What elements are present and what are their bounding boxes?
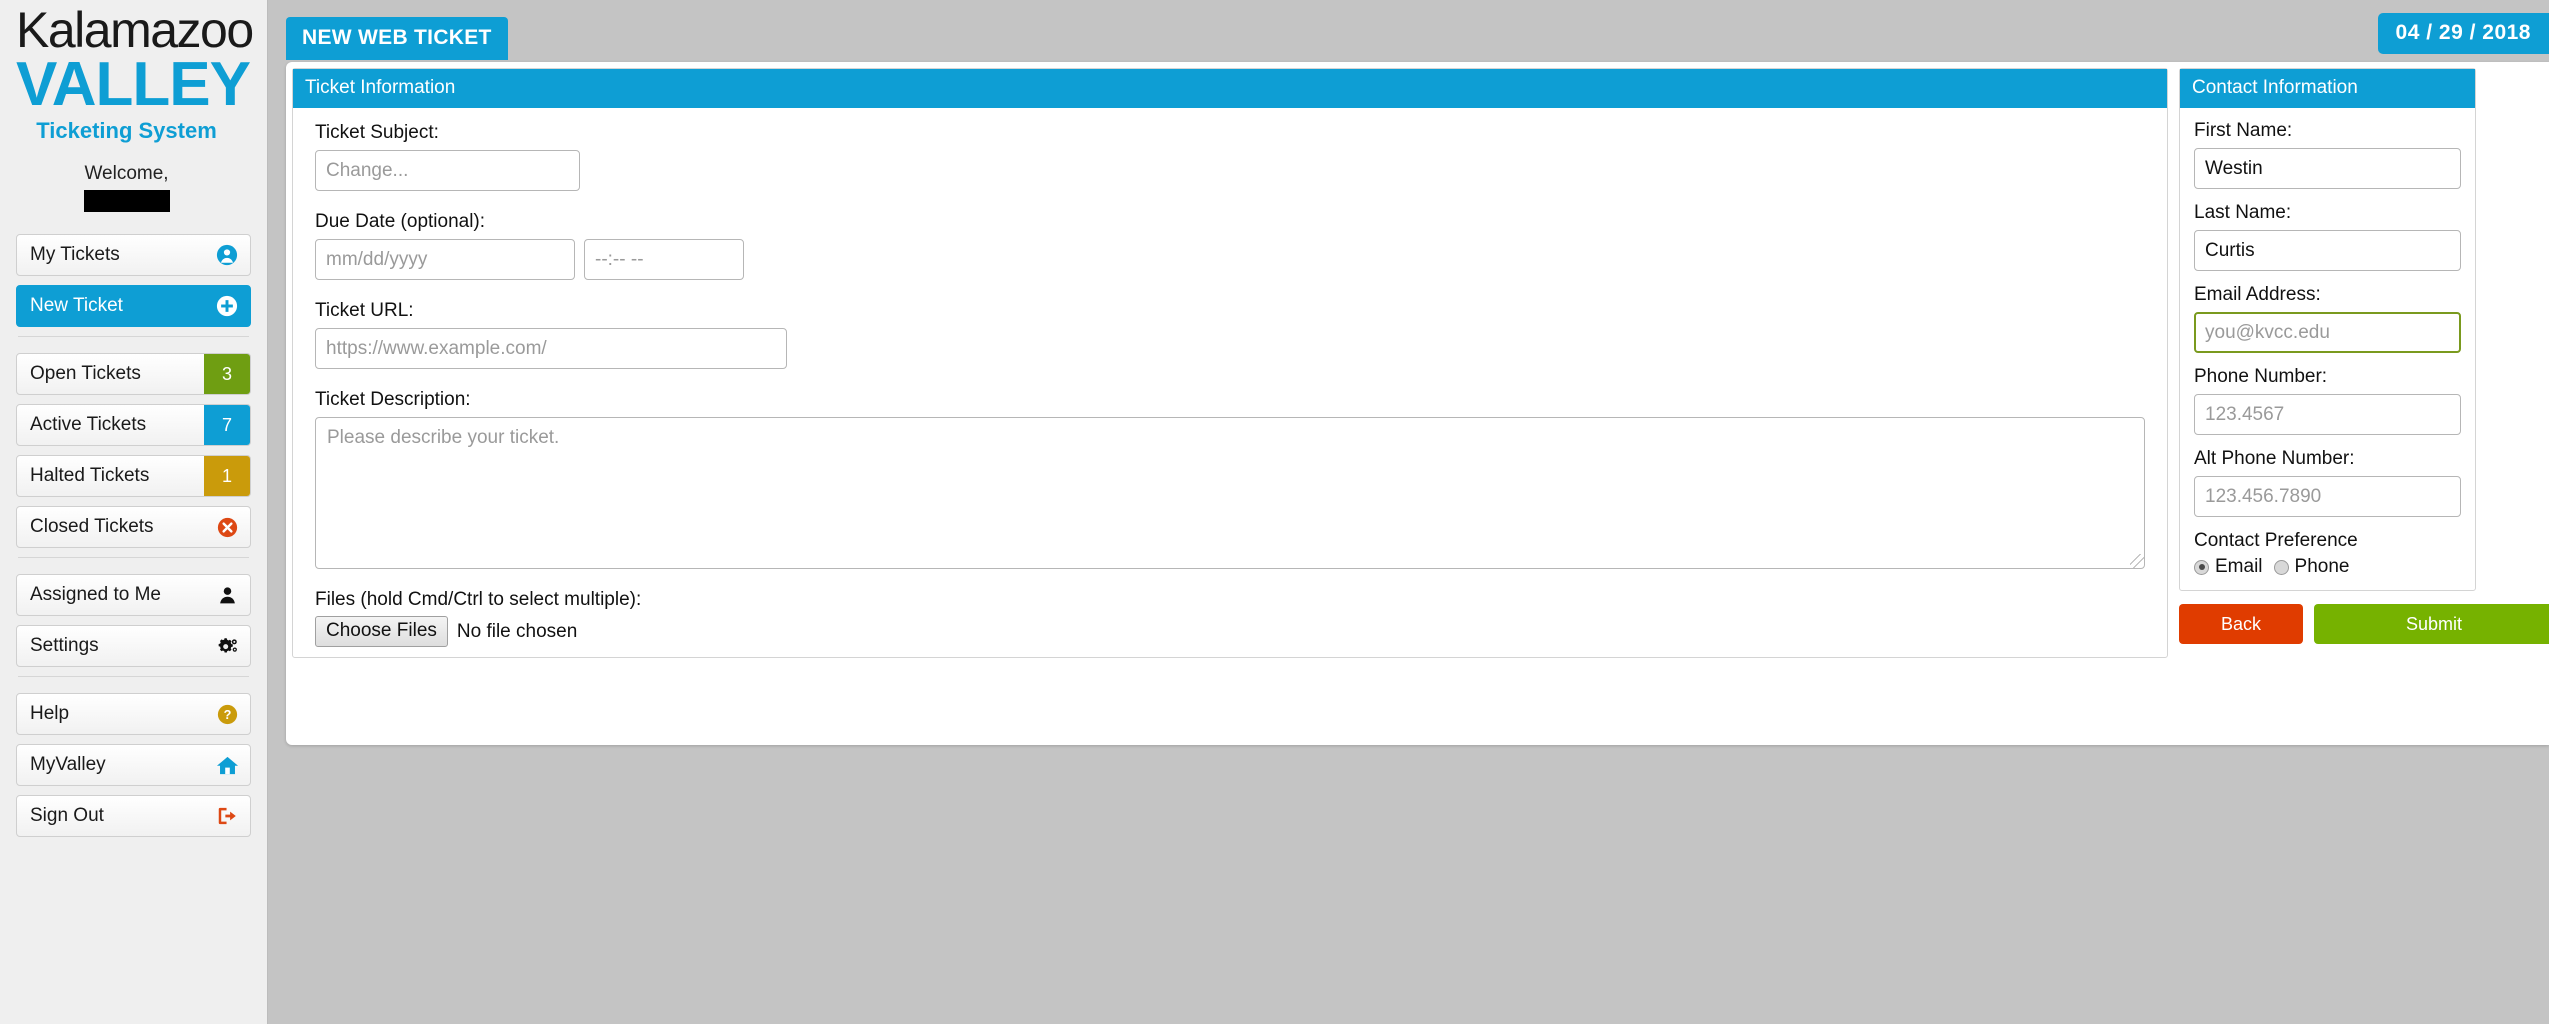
welcome-block: Welcome, [16, 162, 251, 212]
phone-input[interactable] [2194, 394, 2461, 435]
page-title: NEW WEB TICKET [286, 17, 508, 60]
sidebar-item-myvalley[interactable]: MyValley [16, 744, 251, 786]
svg-text:?: ? [223, 708, 231, 722]
sidebar-divider-2 [18, 557, 249, 558]
main-content: NEW WEB TICKET 04 / 29 / 2018 Ticket Inf… [268, 0, 2549, 1024]
sidebar-item-label: New Ticket [30, 295, 123, 316]
ticket-subject-input[interactable] [315, 150, 580, 191]
alt-phone-input[interactable] [2194, 476, 2461, 517]
due-date-input[interactable] [315, 239, 575, 280]
radio-phone[interactable] [2273, 559, 2289, 575]
sidebar-item-active-tickets[interactable]: Active Tickets 7 [16, 404, 251, 446]
files-label: Files (hold Cmd/Ctrl to select multiple)… [315, 589, 642, 610]
file-status-text: No file chosen [456, 620, 578, 642]
ticket-url-input[interactable] [315, 328, 787, 369]
contact-preference-options: Email Phone [2194, 556, 2461, 578]
last-name-input[interactable] [2194, 230, 2461, 271]
radio-email[interactable] [2194, 559, 2209, 575]
sidebar-item-label: Open Tickets [30, 363, 141, 384]
sidebar-item-help[interactable]: Help ? [16, 693, 251, 735]
ticket-information-panel: Ticket Information Ticket Subject: Due D… [292, 68, 2168, 658]
brand-line-kalamazoo: Kalamazoo [16, 2, 254, 58]
user-circle-icon [204, 235, 250, 275]
open-tickets-count-badge: 3 [204, 354, 250, 394]
sidebar-item-label: My Tickets [30, 244, 120, 265]
alt-phone-label: Alt Phone Number: [2194, 448, 2355, 469]
sidebar-item-label: Assigned to Me [30, 584, 161, 605]
due-date-label: Due Date (optional): [315, 211, 486, 232]
sidebar-divider-3 [18, 676, 249, 677]
preference-option-phone[interactable]: Phone [2273, 556, 2350, 578]
brand-logo: Kalamazoo VALLEY Ticketing System [16, 0, 254, 148]
contact-column: Contact Information First Name: Last Nam… [2179, 68, 2549, 745]
sidebar: Kalamazoo VALLEY Ticketing System Welcom… [0, 0, 268, 1024]
sign-out-icon [204, 796, 250, 836]
due-date-row [315, 239, 2145, 280]
last-name-field: Last Name: [2194, 202, 2461, 271]
sidebar-item-label: Sign Out [30, 805, 104, 826]
choose-files-button[interactable]: Choose Files [315, 616, 448, 647]
contact-information-panel: Contact Information First Name: Last Nam… [2179, 68, 2476, 591]
sidebar-item-new-ticket[interactable]: New Ticket [16, 285, 251, 327]
sidebar-item-settings[interactable]: Settings [16, 625, 251, 667]
sidebar-item-my-tickets[interactable]: My Tickets [16, 234, 251, 276]
first-name-label: First Name: [2194, 120, 2293, 141]
due-time-input[interactable] [584, 239, 744, 280]
ticket-panel-body: Ticket Subject: Due Date (optional): Tic… [293, 108, 2167, 657]
file-upload-row: Choose Files No file chosen [315, 616, 2145, 647]
radio-email-label: Email [2215, 556, 2263, 577]
alt-phone-field-group: Alt Phone Number: [2194, 448, 2461, 517]
x-circle-icon [204, 507, 250, 547]
contact-panel-body: First Name: Last Name: Email Address: Ph… [2180, 108, 2475, 590]
phone-field-group: Phone Number: [2194, 366, 2461, 435]
sidebar-item-label: MyValley [30, 754, 106, 775]
ticket-panel-title: Ticket Information [293, 69, 2167, 108]
content-card: Ticket Information Ticket Subject: Due D… [286, 62, 2549, 745]
topbar: NEW WEB TICKET 04 / 29 / 2018 [268, 0, 2549, 62]
last-name-label: Last Name: [2194, 202, 2292, 223]
sidebar-item-label: Help [30, 703, 70, 724]
username-redacted [83, 190, 170, 212]
plus-circle-icon [204, 286, 250, 326]
sidebar-item-closed-tickets[interactable]: Closed Tickets [16, 506, 251, 548]
sidebar-item-sign-out[interactable]: Sign Out [16, 795, 251, 837]
first-name-input[interactable] [2194, 148, 2461, 189]
sidebar-item-label: Active Tickets [30, 414, 147, 435]
active-tickets-count-badge: 7 [204, 405, 250, 445]
sidebar-item-open-tickets[interactable]: Open Tickets 3 [16, 353, 251, 395]
question-circle-icon: ? [204, 694, 250, 734]
halted-tickets-count-badge: 1 [204, 456, 250, 496]
sidebar-item-label: Closed Tickets [30, 516, 154, 537]
home-icon [204, 745, 250, 785]
sidebar-divider-1 [18, 336, 249, 337]
phone-label: Phone Number: [2194, 366, 2328, 387]
current-date-badge: 04 / 29 / 2018 [2377, 13, 2549, 54]
person-icon [204, 575, 250, 615]
ticket-description-textarea[interactable] [315, 417, 2145, 569]
sidebar-item-halted-tickets[interactable]: Halted Tickets 1 [16, 455, 251, 497]
back-button[interactable]: Back [2179, 604, 2303, 644]
submit-button[interactable]: Submit [2314, 604, 2549, 644]
email-label: Email Address: [2194, 284, 2321, 305]
email-field-group: Email Address: [2194, 284, 2461, 353]
gears-icon [204, 626, 250, 666]
email-input[interactable] [2194, 312, 2461, 353]
sidebar-item-label: Settings [30, 635, 99, 656]
sidebar-item-assigned-to-me[interactable]: Assigned to Me [16, 574, 251, 616]
action-buttons-row: Back Submit [2179, 604, 2549, 973]
welcome-greeting: Welcome, [84, 163, 169, 184]
sidebar-nav: My Tickets New Ticket Open Tickets 3 Act… [16, 234, 251, 837]
ticket-url-label: Ticket URL: [315, 300, 414, 321]
contact-panel-title: Contact Information [2180, 69, 2475, 108]
first-name-field: First Name: [2194, 120, 2461, 189]
ticket-description-label: Ticket Description: [315, 389, 471, 410]
sidebar-item-label: Halted Tickets [30, 465, 150, 486]
brand-line-valley: VALLEY [16, 50, 251, 119]
contact-preference-label: Contact Preference [2194, 530, 2358, 551]
preference-option-email[interactable]: Email [2194, 556, 2263, 578]
radio-phone-label: Phone [2294, 556, 2350, 577]
contact-preference-group: Contact Preference Email Phone [2194, 530, 2461, 578]
ticket-subject-label: Ticket Subject: [315, 122, 439, 143]
brand-line-ticketing-system: Ticketing System [36, 118, 217, 143]
